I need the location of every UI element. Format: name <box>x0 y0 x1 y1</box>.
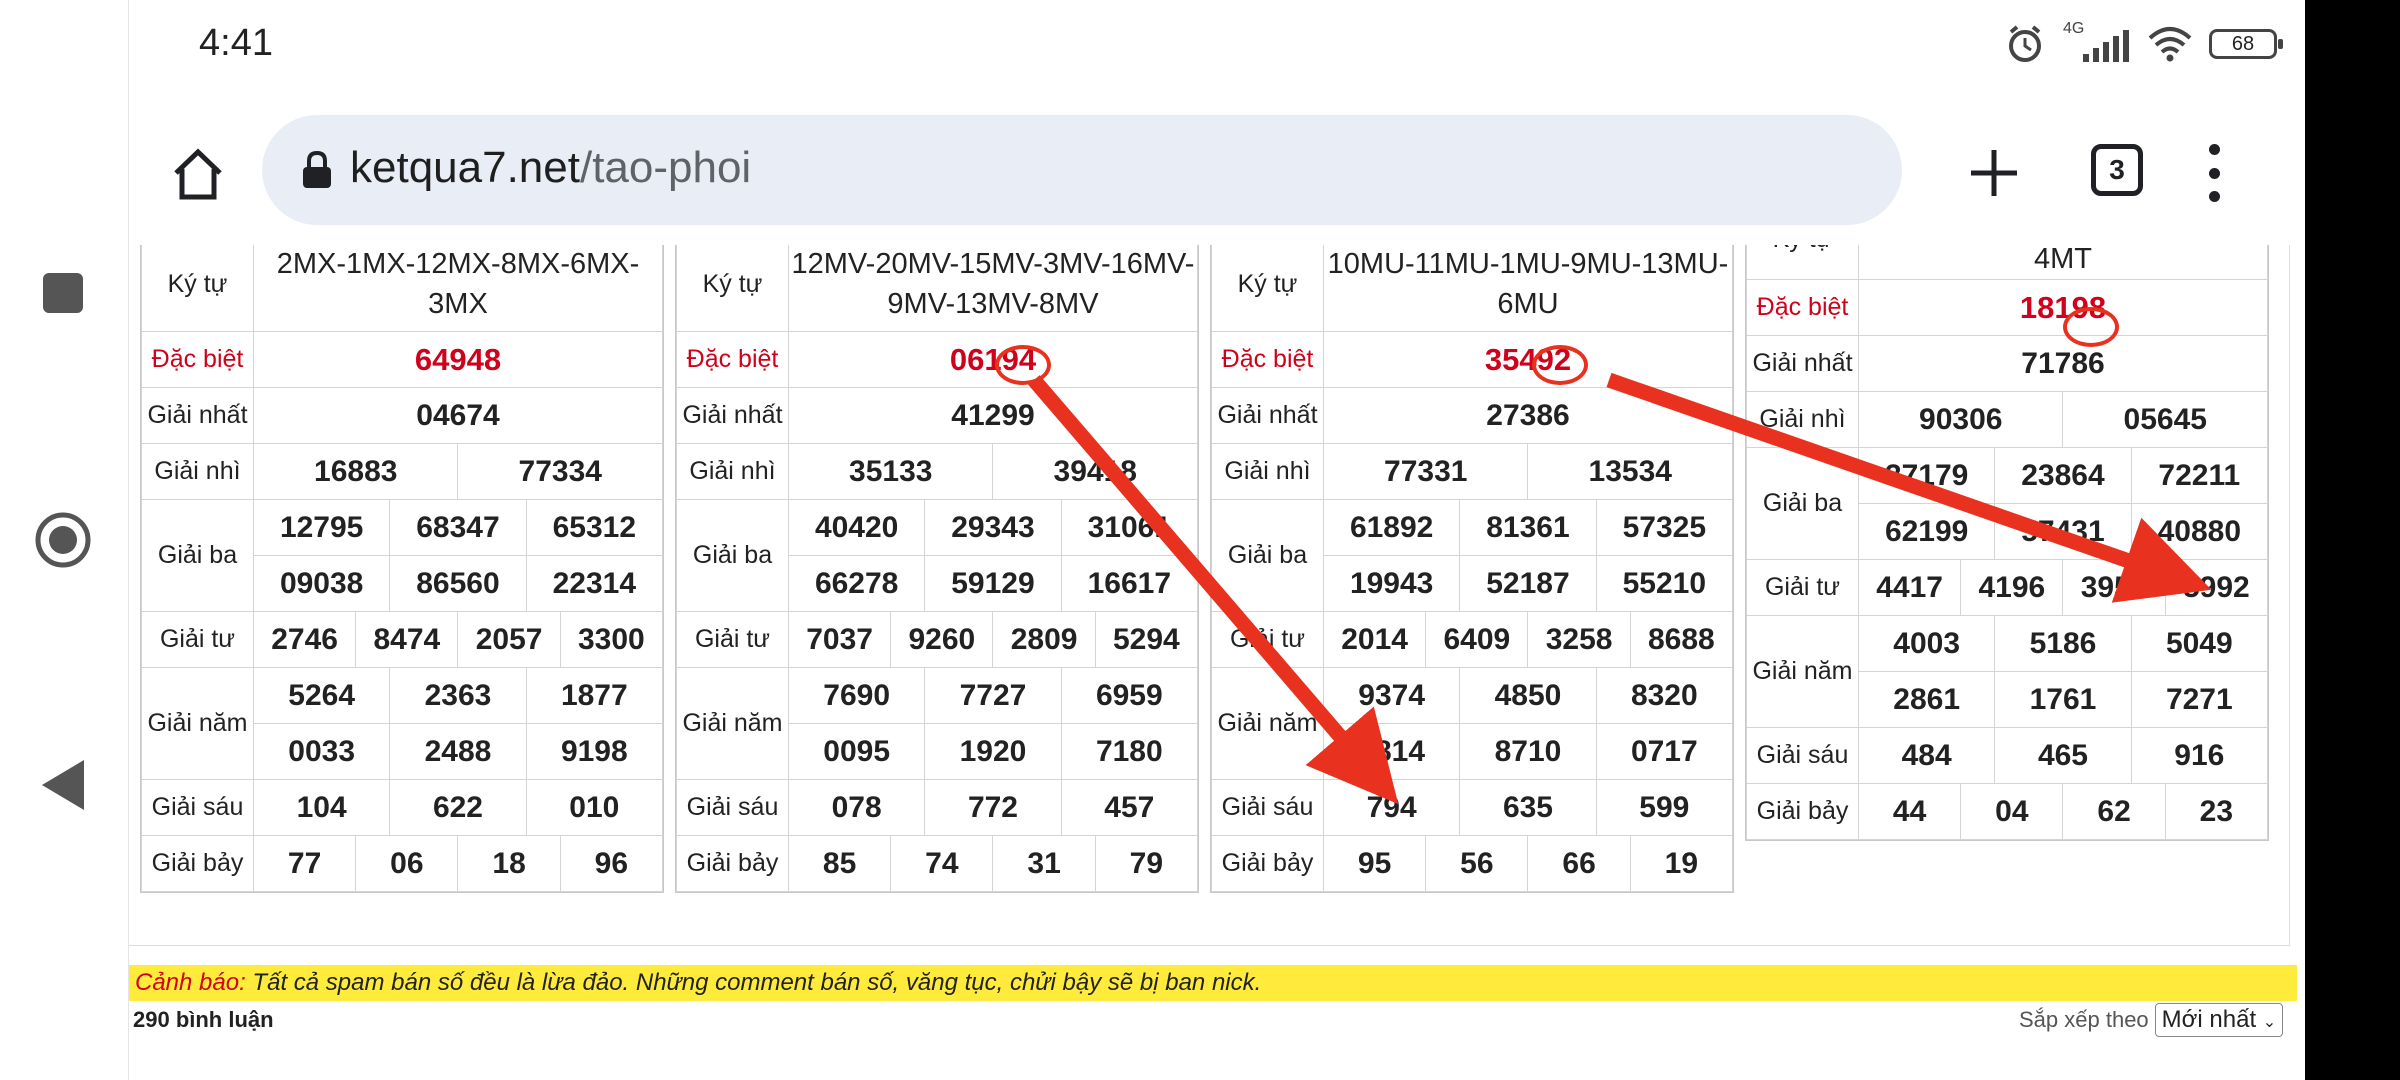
recents-button[interactable] <box>30 260 96 326</box>
clock: 4:41 <box>199 22 273 64</box>
url-domain: ketqua7.net <box>350 143 580 192</box>
annotation-overlay <box>1028 372 2212 805</box>
plus-icon <box>1971 150 2017 196</box>
signal-icon: 4G <box>2061 20 2131 64</box>
tab-count: 3 <box>2109 154 2125 185</box>
back-button[interactable] <box>30 752 96 818</box>
dot-icon <box>2208 144 2220 155</box>
status-icons: 4G 68 <box>2005 20 2283 64</box>
phone-screen: 4:41 4G 68 ketqua7.net/tao-phoi 3 Ký tự … <box>129 0 2305 1080</box>
wifi-icon <box>2148 27 2192 62</box>
highlight-circle <box>2063 307 2119 347</box>
url-text: ketqua7.net/tao-phoi <box>350 143 751 193</box>
battery-level: 68 <box>2231 32 2255 55</box>
browser-toolbar: ketqua7.net/tao-phoi 3 <box>129 100 2305 245</box>
red-arrow-1 <box>1028 375 1399 805</box>
lock-icon <box>303 151 331 188</box>
dot-icon <box>2208 167 2220 179</box>
battery-icon: 68 <box>2209 29 2283 59</box>
more-menu-button[interactable] <box>2199 140 2229 206</box>
home-nav-button[interactable] <box>30 507 96 573</box>
home-icon <box>174 148 222 200</box>
url-path: /tao-phoi <box>579 143 752 192</box>
highlight-circle <box>995 345 1051 385</box>
system-nav-bar <box>0 0 129 1080</box>
home-circle-icon <box>35 512 91 568</box>
browser-home-button[interactable] <box>165 140 231 206</box>
back-triangle-icon <box>42 760 84 810</box>
recents-icon <box>43 273 83 313</box>
red-arrow-2 <box>1606 372 2212 603</box>
tab-switcher-button[interactable]: 3 <box>2091 144 2143 196</box>
status-bar: 4:41 4G 68 <box>129 0 2305 100</box>
screen-edge <box>2305 0 2400 1080</box>
new-tab-button[interactable] <box>1959 138 2029 208</box>
address-bar[interactable]: ketqua7.net/tao-phoi <box>262 115 1902 225</box>
highlight-circle <box>1532 345 1588 385</box>
dot-icon <box>2208 191 2220 202</box>
alarm-icon <box>2009 25 2041 62</box>
page-content: Ký tự 2MX-1MX-12MX-8MX-6MX-3MX Đặc biệt 649… <box>129 245 2305 1080</box>
